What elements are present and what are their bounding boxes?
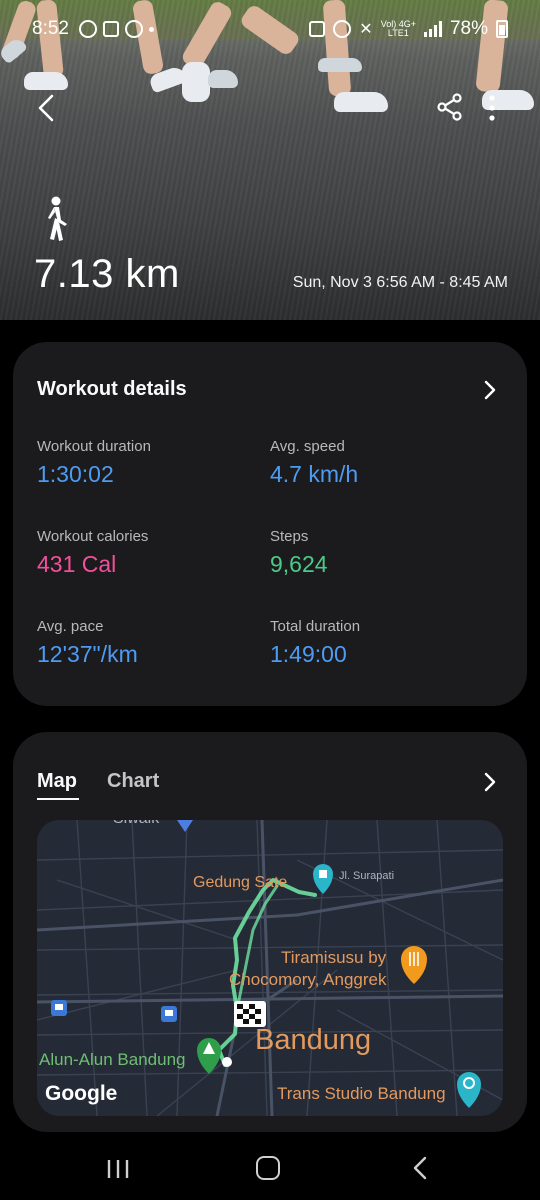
recent-apps-button[interactable] <box>106 1158 130 1180</box>
map-label-top: Siwalk <box>113 820 159 828</box>
route-map[interactable]: Siwalk Gedung Sate Jl. Surapati Tiramisu… <box>37 820 503 1116</box>
mute-icon: ✕ <box>359 21 373 38</box>
map-label-gedung-sate: Gedung Sate <box>193 874 288 891</box>
map-label-jl-surapati: Jl. Surapati <box>339 870 395 882</box>
system-back-button[interactable] <box>412 1156 428 1180</box>
smart-view-icon <box>309 21 326 37</box>
finish-flag-icon <box>234 1001 266 1027</box>
map-label-chocomory: Chocomory, Anggrek <box>229 970 387 989</box>
google-logo: Google <box>45 1082 118 1105</box>
map-label-bandung: Bandung <box>255 1024 372 1056</box>
gallery-icon <box>102 21 119 37</box>
status-time: 8:52 <box>32 18 69 39</box>
chevron-right-icon[interactable] <box>483 380 497 400</box>
share-icon <box>437 93 462 121</box>
metric-workout-duration: Workout duration 1:30:02 <box>37 438 151 487</box>
home-button[interactable] <box>256 1156 280 1180</box>
more-notifications-dot-icon <box>148 26 154 32</box>
workout-details-card[interactable]: Workout details Workout duration 1:30:02… <box>13 342 527 706</box>
workout-distance: 7.13 km <box>34 252 180 296</box>
chrome-icon <box>124 20 143 38</box>
restaurant-pin-icon <box>401 946 427 984</box>
metric-workout-calories: Workout calories 431 Cal <box>37 528 149 577</box>
battery-icon <box>496 20 508 38</box>
back-arrow-icon <box>38 94 54 122</box>
tab-map-indicator <box>37 798 79 800</box>
location-marker-icon <box>177 820 193 832</box>
battery-percent: 78% <box>449 18 488 39</box>
metric-avg-pace: Avg. pace 12'37"/km <box>37 618 138 667</box>
bus-stop-icon <box>51 1000 67 1016</box>
notification-icons <box>78 20 154 38</box>
map-streets <box>37 820 503 1116</box>
workout-date-range: Sun, Nov 3 6:56 AM - 8:45 AM <box>292 274 508 291</box>
gedung-sate-pin-icon <box>313 864 333 894</box>
system-navigation-bar <box>0 1140 540 1200</box>
chevron-right-icon[interactable] <box>483 772 497 792</box>
tab-map[interactable]: Map <box>37 770 77 793</box>
metric-total-duration: Total duration 1:49:00 <box>270 618 361 667</box>
alarm-icon <box>333 20 352 38</box>
route-map-card: Map Chart Gedung Sate Jl. Surapati Tiram… <box>13 732 527 1132</box>
signal-icon <box>423 21 442 37</box>
metric-avg-speed: Avg. speed 4.7 km/h <box>270 438 359 487</box>
map-label-trans-studio: Trans Studio Bandung <box>277 1084 446 1103</box>
whatsapp-icon <box>78 20 97 38</box>
back-button[interactable] <box>30 90 66 126</box>
metric-steps: Steps 9,624 <box>270 528 328 577</box>
walking-person-icon <box>40 196 72 242</box>
tab-chart[interactable]: Chart <box>107 770 159 793</box>
bus-stop-icon <box>161 1006 177 1022</box>
network-indicator: Vol) 4G+ LTE1 <box>380 19 416 38</box>
more-vertical-icon <box>489 95 495 121</box>
workout-details-title: Workout details <box>37 378 187 400</box>
route-start-dot <box>222 1057 232 1067</box>
map-label-tiramisusu: Tiramisusu by <box>281 948 387 967</box>
share-button[interactable] <box>436 92 464 122</box>
status-bar: 8:52 ✕ Vol) 4G+ LTE1 78% <box>0 0 540 58</box>
map-label-alun-alun: Alun-Alun Bandung <box>39 1050 186 1069</box>
more-options-button[interactable] <box>482 90 502 126</box>
attraction-pin-icon <box>457 1072 481 1108</box>
park-pin-icon <box>197 1038 221 1074</box>
